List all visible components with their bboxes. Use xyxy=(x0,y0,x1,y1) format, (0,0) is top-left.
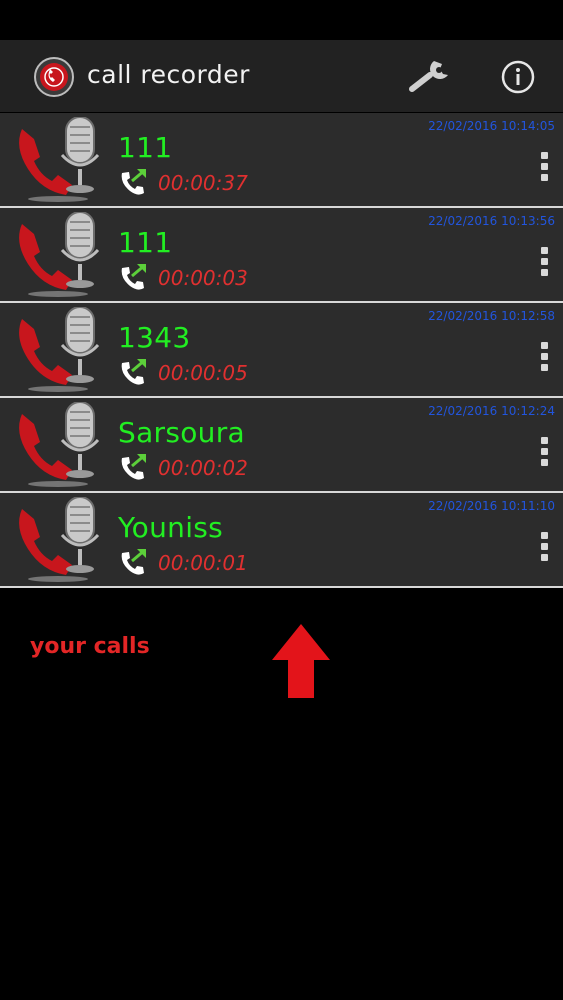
call-list: 111 00:00:37 22/02/2016 10:14:05 111 00:… xyxy=(0,113,563,588)
phone-microphone-icon xyxy=(19,402,100,487)
phone-microphone-icon xyxy=(19,497,100,582)
call-datetime: 22/02/2016 10:12:24 xyxy=(428,404,555,418)
up-arrow-icon xyxy=(272,624,330,698)
call-duration: 00:00:05 xyxy=(158,361,248,385)
caller-name: 111 xyxy=(118,226,173,259)
call-datetime: 22/02/2016 10:13:56 xyxy=(428,214,555,228)
call-datetime: 22/02/2016 10:11:10 xyxy=(428,499,555,513)
wrench-icon xyxy=(409,61,448,92)
call-duration: 00:00:37 xyxy=(158,171,248,195)
overflow-menu-button[interactable] xyxy=(531,149,559,185)
caller-name: Youniss xyxy=(118,511,224,544)
app-bar: call recorder xyxy=(0,40,563,112)
call-datetime: 22/02/2016 10:12:58 xyxy=(428,309,555,323)
caller-name: 1343 xyxy=(118,321,191,354)
outgoing-call-icon xyxy=(121,168,146,195)
call-row[interactable]: 111 00:00:03 22/02/2016 10:13:56 xyxy=(0,208,563,303)
outgoing-call-icon xyxy=(121,548,146,575)
call-row[interactable]: 1343 00:00:05 22/02/2016 10:12:58 xyxy=(0,303,563,398)
phone-microphone-icon xyxy=(19,212,100,297)
call-row[interactable]: 111 00:00:37 22/02/2016 10:14:05 xyxy=(0,113,563,208)
call-row[interactable]: Youniss 00:00:01 22/02/2016 10:11:10 xyxy=(0,493,563,588)
call-recorder-logo-icon xyxy=(34,57,74,97)
info-icon xyxy=(501,60,535,94)
outgoing-call-icon xyxy=(121,453,146,480)
outgoing-call-icon xyxy=(121,263,146,290)
call-row[interactable]: Sarsoura 00:00:02 22/02/2016 10:12:24 xyxy=(0,398,563,493)
app-title: call recorder xyxy=(87,60,250,89)
phone-microphone-icon xyxy=(19,117,100,202)
phone-microphone-icon xyxy=(19,307,100,392)
overflow-menu-button[interactable] xyxy=(531,434,559,470)
hint-text: your calls xyxy=(30,634,150,659)
status-bar xyxy=(0,0,563,40)
overflow-menu-button[interactable] xyxy=(531,244,559,280)
call-duration: 00:00:01 xyxy=(158,551,248,575)
caller-name: 111 xyxy=(118,131,173,164)
info-button[interactable] xyxy=(500,59,536,95)
outgoing-call-icon xyxy=(121,358,146,385)
caller-name: Sarsoura xyxy=(118,416,245,449)
overflow-menu-button[interactable] xyxy=(531,529,559,565)
call-duration: 00:00:02 xyxy=(158,456,248,480)
settings-button[interactable] xyxy=(406,57,454,97)
overflow-menu-button[interactable] xyxy=(531,339,559,375)
call-duration: 00:00:03 xyxy=(158,266,248,290)
call-datetime: 22/02/2016 10:14:05 xyxy=(428,119,555,133)
